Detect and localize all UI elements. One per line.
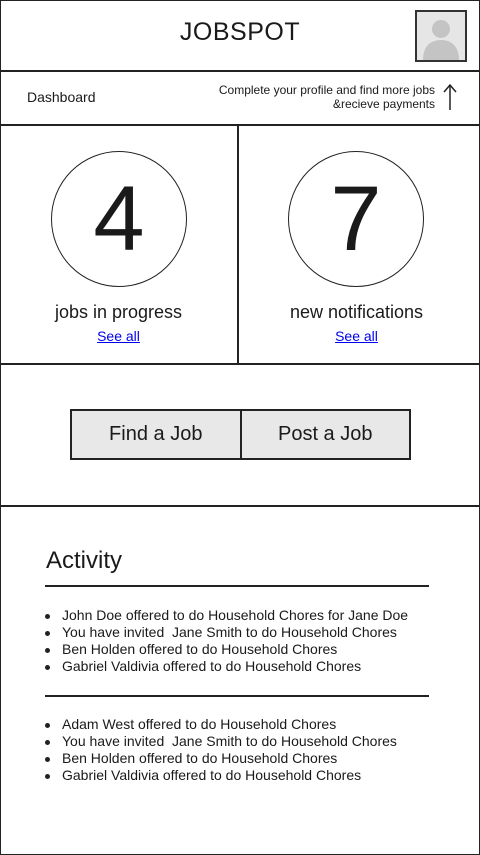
user-silhouette-icon [423,20,459,60]
jobs-see-all-link[interactable]: See all [0,328,237,344]
jobs-in-progress-card: 4 jobs in progress See all [0,126,239,363]
post-job-button[interactable]: Post a Job [239,411,409,458]
profile-message-line2: &recieve payments [332,97,435,111]
activity-item: Adam West offered to do Household Chores [45,716,397,733]
activity-item: Ben Holden offered to do Household Chore… [45,641,408,658]
notifications-label: new notifications [289,302,424,322]
activity-item: Gabriel Valdivia offered to do Household… [45,767,397,784]
activity-panel: Activity John Doe offered to do Househol… [0,507,480,855]
app-title: JOBSPOT [179,18,301,46]
activity-divider [45,695,429,697]
find-job-button[interactable]: Find a Job [72,411,240,458]
notifications-card: 7 new notifications See all [239,126,480,363]
profile-message-line1: Complete your profile and find more jobs [218,83,435,97]
complete-profile-message[interactable]: Complete your profile and find more jobs… [219,83,435,111]
user-avatar[interactable] [415,10,467,62]
job-actions: Find a Job Post a Job [0,365,480,507]
activity-list-1: John Doe offered to do Household Chores … [45,607,408,675]
activity-title: Activity [46,547,123,574]
activity-item: Ben Holden offered to do Household Chore… [45,750,397,767]
breadcrumb-dashboard[interactable]: Dashboard [27,89,96,105]
activity-list-2: Adam West offered to do Household Chores… [45,716,397,784]
notifications-see-all-link[interactable]: See all [236,328,477,344]
up-arrow-icon[interactable] [440,82,460,112]
stats-panel: 4 jobs in progress See all 7 new notific… [0,126,480,365]
job-button-group: Find a Job Post a Job [70,409,411,460]
app-header: JOBSPOT [0,0,480,72]
jobs-label: jobs in progress [54,302,183,322]
activity-item: You have invited Jane Smith to do Househ… [45,624,408,641]
dashboard-bar: Dashboard Complete your profile and find… [0,72,480,126]
activity-item: John Doe offered to do Household Chores … [45,607,408,624]
activity-item: You have invited Jane Smith to do Househ… [45,733,397,750]
jobs-count: 4 [51,151,187,287]
notifications-count: 7 [288,151,424,287]
activity-item: Gabriel Valdivia offered to do Household… [45,658,408,675]
activity-divider [45,585,429,587]
